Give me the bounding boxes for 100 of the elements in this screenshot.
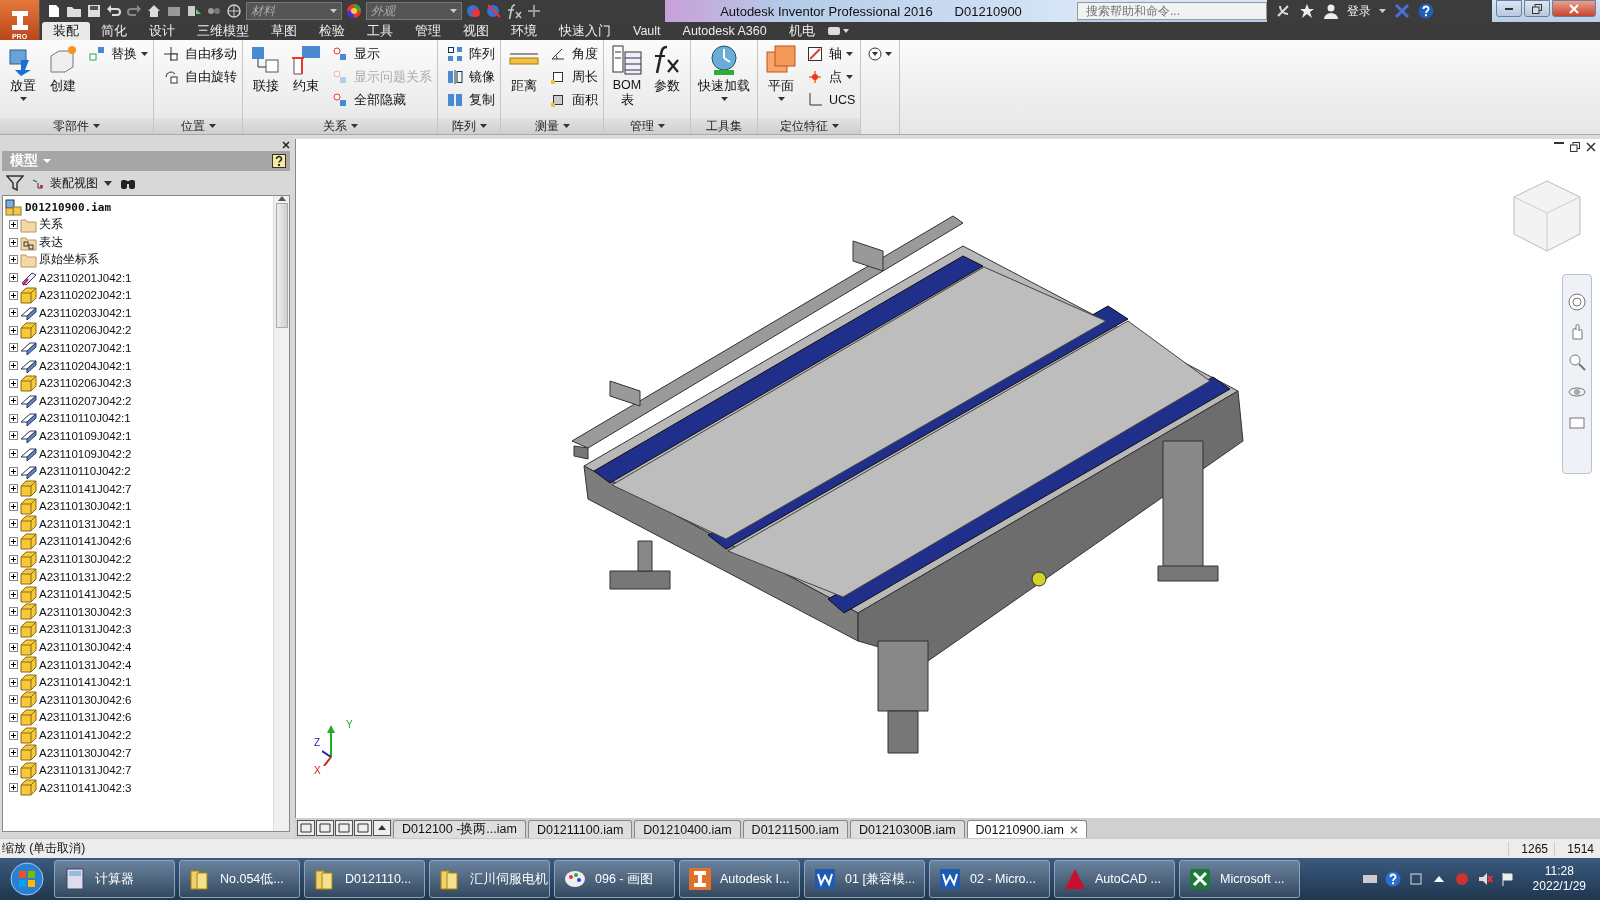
ribbon-tab[interactable]: 机电 bbox=[777, 22, 826, 40]
tree-item[interactable]: A23110110J042:1 bbox=[5, 409, 271, 428]
expand-icon[interactable] bbox=[9, 220, 18, 230]
ribbon-button[interactable]: UCS bbox=[805, 90, 856, 110]
expand-icon[interactable] bbox=[9, 361, 18, 371]
expand-icon[interactable] bbox=[9, 431, 18, 441]
ribbon-button[interactable]: 参数 bbox=[649, 44, 685, 118]
tree-item[interactable]: A23110130J042:4 bbox=[5, 638, 271, 656]
ribbon-tab[interactable]: 快速入门 bbox=[548, 22, 622, 40]
undo-icon[interactable] bbox=[106, 3, 122, 19]
expand-icon[interactable] bbox=[9, 765, 18, 775]
taskbar-button[interactable]: D0121110... bbox=[304, 860, 425, 898]
expand-icon[interactable] bbox=[9, 660, 18, 670]
document-tab[interactable]: D01210400.iam bbox=[634, 820, 741, 838]
dropdown-icon[interactable] bbox=[867, 46, 894, 62]
help-icon[interactable] bbox=[1384, 871, 1401, 887]
document-tab[interactable]: D012100 -换两...iam bbox=[393, 820, 526, 838]
document-tab[interactable]: D01210300B.iam bbox=[849, 820, 965, 838]
tree-item[interactable]: A23110131J042:4 bbox=[5, 655, 271, 674]
taskbar-button[interactable]: AutoCAD ... bbox=[1054, 860, 1175, 898]
expand-icon[interactable] bbox=[9, 519, 18, 529]
tree-item[interactable]: A23110141J042:3 bbox=[5, 779, 271, 797]
taskbar-button[interactable]: 01 [兼容模... bbox=[804, 860, 925, 898]
expand-icon[interactable] bbox=[9, 308, 18, 318]
tile-icon[interactable] bbox=[316, 820, 334, 836]
user-icon[interactable] bbox=[1323, 3, 1339, 19]
tree-item[interactable]: A23110109J042:2 bbox=[5, 444, 271, 463]
tree-item[interactable]: 表达 bbox=[5, 233, 271, 252]
ribbon-button[interactable]: 放置 bbox=[5, 44, 41, 118]
sign-in-link[interactable]: 登录 bbox=[1347, 2, 1371, 20]
globe-icon[interactable] bbox=[226, 3, 242, 19]
horizontal-split-icon[interactable] bbox=[335, 820, 353, 836]
tree-item[interactable]: A23110206J042:2 bbox=[5, 321, 271, 340]
close-button[interactable] bbox=[1552, 0, 1596, 17]
taskbar-button[interactable]: 096 - 画图 bbox=[554, 860, 675, 898]
minimize-button[interactable] bbox=[1496, 0, 1522, 17]
taskbar-button[interactable]: 计算器 bbox=[54, 860, 175, 898]
close-icon[interactable] bbox=[1069, 825, 1078, 834]
expand-icon[interactable] bbox=[9, 255, 18, 265]
ribbon-button[interactable]: 镜像 bbox=[445, 67, 495, 87]
document-tab[interactable]: D01210900.iam bbox=[966, 820, 1087, 838]
tree-item[interactable]: A23110202J042:1 bbox=[5, 286, 271, 304]
expand-icon[interactable] bbox=[9, 273, 18, 283]
expand-icon[interactable] bbox=[9, 484, 18, 494]
scrollbar[interactable] bbox=[273, 196, 289, 831]
adjust-icon[interactable] bbox=[466, 3, 482, 19]
ribbon-tab[interactable]: Vault bbox=[622, 22, 672, 40]
tree-item[interactable]: A23110131J042:1 bbox=[5, 515, 271, 533]
camera-icon[interactable] bbox=[825, 26, 850, 36]
tree-item[interactable]: A23110131J042:3 bbox=[5, 620, 271, 639]
steering-wheel-icon[interactable] bbox=[1568, 293, 1586, 311]
flag-icon[interactable] bbox=[1499, 871, 1516, 887]
expand-icon[interactable] bbox=[9, 290, 18, 300]
tree-item[interactable]: A23110130J042:2 bbox=[5, 550, 271, 568]
tree-item[interactable]: A23110131J042:6 bbox=[5, 708, 271, 727]
ribbon-button[interactable]: 平面 bbox=[763, 44, 799, 118]
new-file-icon[interactable] bbox=[46, 3, 62, 19]
help-icon[interactable] bbox=[272, 154, 286, 168]
vertical-split-icon[interactable] bbox=[354, 820, 372, 836]
tree-item[interactable]: A23110141J042:7 bbox=[5, 479, 271, 498]
ribbon-button[interactable]: 阵列 bbox=[445, 44, 495, 64]
panel-label[interactable]: 管理 bbox=[604, 118, 690, 134]
ribbon-button[interactable]: 角度 bbox=[548, 44, 598, 64]
tree-item[interactable]: A23110141J042:6 bbox=[5, 532, 271, 551]
ribbon-button[interactable]: 全部隐藏 bbox=[330, 90, 432, 110]
window-icon[interactable] bbox=[1407, 871, 1424, 887]
tree-item[interactable]: D01210900.iam bbox=[5, 198, 271, 216]
clock[interactable]: 11:28 2022/1/29 bbox=[1522, 864, 1596, 894]
tree-item[interactable]: A23110203J042:1 bbox=[5, 303, 271, 322]
ribbon-tab[interactable]: 装配 bbox=[42, 22, 90, 40]
expand-icon[interactable] bbox=[9, 237, 18, 247]
expand-icon[interactable] bbox=[9, 449, 18, 458]
expand-icon[interactable] bbox=[9, 378, 18, 388]
search-box[interactable]: 搜索帮助和命令... bbox=[1077, 2, 1267, 20]
tree-item[interactable]: A23110109J042:1 bbox=[5, 427, 271, 445]
tree-item[interactable]: A23110131J042:2 bbox=[5, 567, 271, 586]
ribbon-tab[interactable]: 三维模型 bbox=[186, 22, 260, 40]
tree-item[interactable]: A23110141J042:5 bbox=[5, 585, 271, 604]
collapse-up-icon[interactable] bbox=[373, 820, 391, 836]
plus-icon[interactable] bbox=[526, 3, 542, 19]
ribbon-button[interactable]: 替换 bbox=[87, 44, 148, 64]
restore-button[interactable] bbox=[1524, 0, 1550, 17]
star-icon[interactable] bbox=[1299, 3, 1315, 19]
ribbon-tab[interactable]: Autodesk A360 bbox=[671, 22, 778, 40]
scroll-up-icon[interactable] bbox=[277, 196, 286, 201]
ribbon-button[interactable]: 联接 bbox=[248, 44, 284, 118]
tree-item[interactable]: A23110207J042:1 bbox=[5, 339, 271, 357]
help-icon[interactable] bbox=[1418, 3, 1434, 19]
ribbon-tab[interactable]: 环境 bbox=[500, 22, 548, 40]
ribbon-button[interactable]: 显示 bbox=[330, 44, 432, 64]
taskbar-button[interactable]: 汇川伺服电机 bbox=[429, 860, 550, 898]
document-tab[interactable]: D01211500.iam bbox=[742, 820, 848, 838]
expand-icon[interactable] bbox=[9, 677, 18, 687]
expand-icon[interactable] bbox=[9, 642, 18, 652]
caret-icon[interactable] bbox=[1379, 9, 1386, 13]
tree-item[interactable]: 原始坐标系 bbox=[5, 251, 271, 269]
expand-icon[interactable] bbox=[9, 343, 18, 353]
tree-item[interactable]: 关系 bbox=[5, 216, 271, 234]
ribbon-button[interactable]: 自由旋转 bbox=[161, 67, 237, 87]
tree-item[interactable]: A23110141J042:2 bbox=[5, 726, 271, 744]
